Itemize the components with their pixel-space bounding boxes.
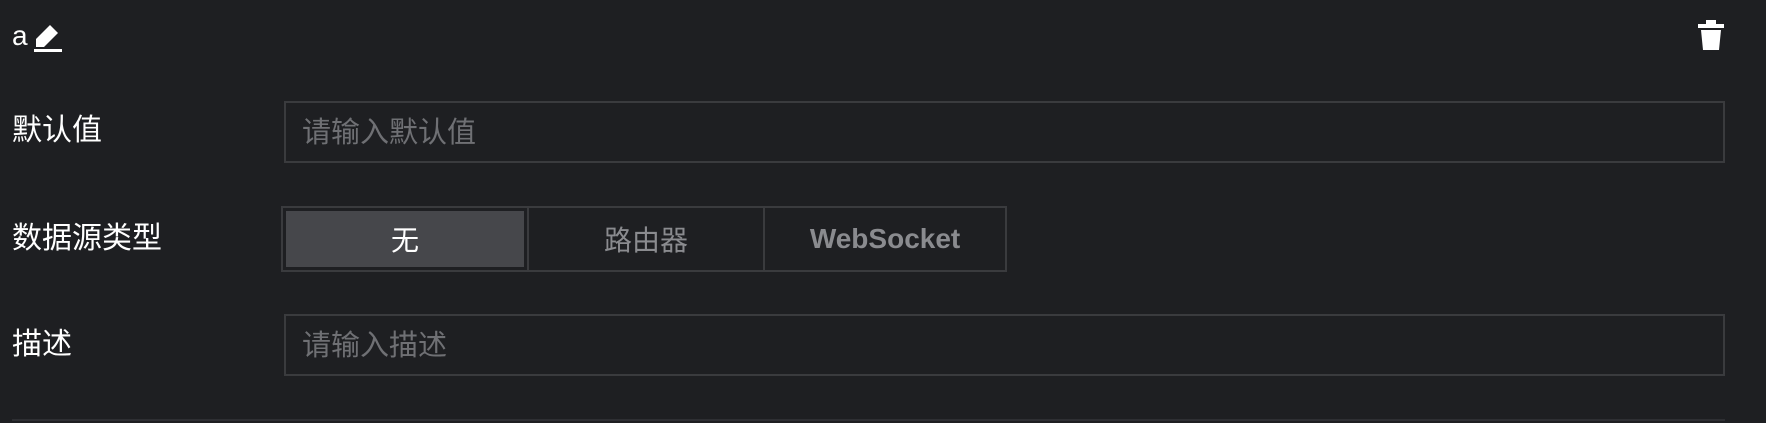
default-value-input[interactable] (284, 101, 1725, 163)
data-source-type-label: 数据源类型 (12, 221, 162, 256)
data-source-option-websocket[interactable]: WebSocket (763, 208, 1005, 270)
description-label: 描述 (12, 327, 72, 362)
pencil-icon[interactable] (32, 19, 64, 53)
variable-config-panel: a 默认值 数据源类型 无 路由器 WebSocket 描述 (0, 0, 1766, 423)
default-value-label: 默认值 (12, 113, 102, 148)
trash-icon[interactable] (1697, 19, 1725, 51)
variable-header: a (12, 16, 64, 56)
variable-name: a (12, 20, 28, 51)
data-source-option-router[interactable]: 路由器 (527, 208, 763, 270)
section-divider (12, 419, 1725, 421)
data-source-type-segmented: 无 路由器 WebSocket (281, 206, 1007, 272)
data-source-option-none[interactable]: 无 (286, 211, 524, 267)
description-input[interactable] (284, 314, 1725, 376)
